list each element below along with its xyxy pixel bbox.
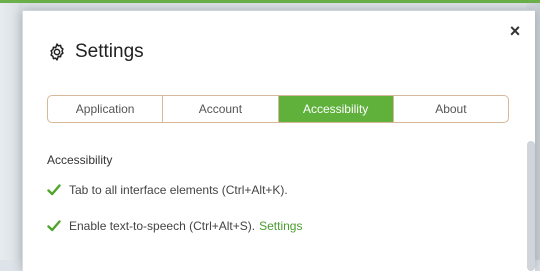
option-text-to-speech[interactable]: Enable text-to-speech (Ctrl+Alt+S). Sett… [47, 219, 302, 233]
close-button[interactable]: × [507, 21, 523, 41]
tab-account[interactable]: Account [163, 96, 279, 122]
close-icon[interactable]: × [510, 21, 521, 41]
option-tab-all-elements[interactable]: Tab to all interface elements (Ctrl+Alt+… [47, 183, 288, 197]
dialog-title: Settings [75, 41, 144, 62]
option-label: Enable text-to-speech (Ctrl+Alt+S). [69, 219, 256, 233]
background-left [0, 0, 22, 260]
tab-about[interactable]: About [394, 96, 508, 122]
checkmark-icon[interactable] [47, 219, 61, 233]
scrollbar[interactable] [527, 141, 535, 271]
gear-icon [50, 43, 64, 61]
top-accent-bar [0, 0, 540, 3]
option-label: Tab to all interface elements (Ctrl+Alt+… [69, 183, 288, 197]
settings-dialog: × Settings Application Account Accessibi… [22, 10, 535, 271]
section-title: Accessibility [47, 153, 113, 167]
checkmark-icon[interactable] [47, 183, 61, 197]
tab-application[interactable]: Application [48, 96, 164, 122]
tab-accessibility[interactable]: Accessibility [278, 96, 394, 122]
tts-settings-link[interactable]: Settings [259, 219, 302, 233]
dialog-title-row: Settings [47, 41, 144, 63]
tab-bar: Application Account Accessibility About [47, 95, 509, 123]
